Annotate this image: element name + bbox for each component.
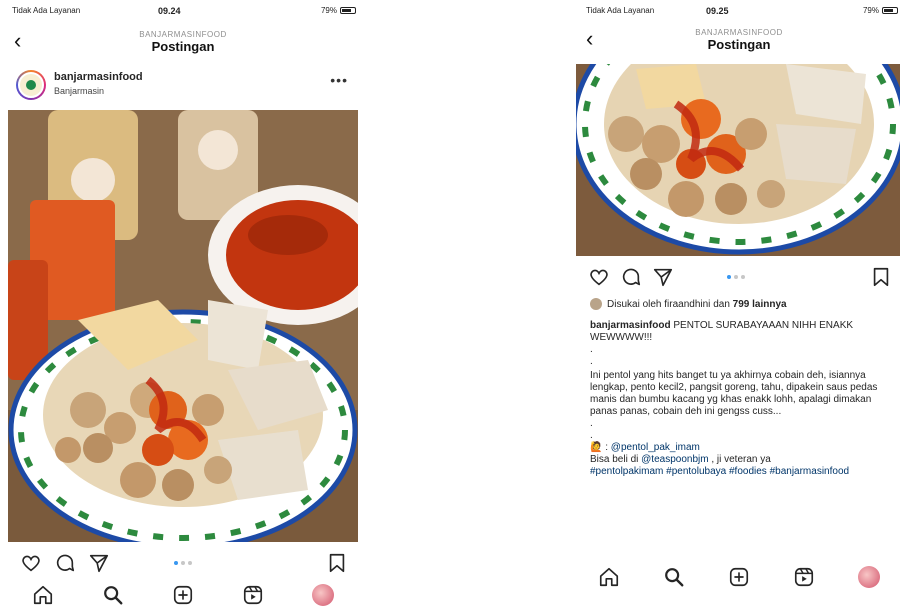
bottom-navigation	[576, 562, 900, 592]
carrier-label: Tidak Ada Layanan	[12, 6, 81, 15]
header-subtitle: BANJARMASINFOOD	[695, 28, 783, 37]
post-photo[interactable]	[8, 110, 358, 542]
battery-indicator: 79%	[863, 6, 898, 15]
carrier-label: Tidak Ada Layanan	[586, 6, 655, 15]
battery-percent: 79%	[320, 6, 337, 15]
likes-user[interactable]: firaandhini	[664, 299, 710, 310]
likes-line[interactable]: Disukai oleh firaandhini dan 799 lainnya	[590, 298, 894, 310]
post-location[interactable]: Banjarmasin	[54, 86, 104, 96]
caption-hashtags[interactable]: #pentolpakimam #pentolubaya #foodies #ba…	[590, 466, 894, 478]
buy-prefix: Bisa beli di	[590, 454, 639, 465]
avatar[interactable]	[16, 70, 46, 100]
battery-icon	[340, 7, 356, 14]
caption-separator: .	[590, 356, 593, 367]
likes-count[interactable]: 799 lainnya	[733, 299, 787, 310]
header-subtitle: BANJARMASINFOOD	[139, 30, 227, 39]
caption-body: Ini pentol yang hits banget tu ya akhirn…	[590, 370, 878, 417]
caption-separator: .	[590, 344, 593, 355]
carousel-dots	[174, 561, 192, 565]
heart-icon[interactable]	[20, 552, 42, 574]
search-icon[interactable]	[663, 566, 685, 588]
bottom-navigation	[8, 580, 358, 610]
page-title: Postingan	[151, 39, 215, 54]
liker-avatar	[590, 298, 602, 310]
back-chevron-icon[interactable]: ‹	[586, 28, 593, 50]
left-phone-screen: Tidak Ada Layanan 09.24 79% ‹ BANJARMASI…	[8, 0, 358, 610]
battery-percent: 79%	[862, 6, 879, 15]
credit-handle[interactable]: @pentol_pak_imam	[611, 442, 700, 453]
caption-separator: .	[590, 430, 593, 441]
post-actions	[8, 552, 358, 578]
create-icon[interactable]	[728, 566, 750, 588]
page-header: ‹ BANJARMASINFOOD Postingan	[8, 30, 358, 55]
comment-icon[interactable]	[620, 266, 642, 288]
status-bar: Tidak Ada Layanan 09.24 79%	[8, 6, 358, 20]
reels-icon[interactable]	[793, 566, 815, 588]
credit-emoji-icon: 🙋	[590, 442, 603, 453]
post-username[interactable]: banjarmasinfood	[54, 71, 143, 83]
buy-handle[interactable]: @teaspoonbjm	[641, 454, 708, 465]
bookmark-icon[interactable]	[326, 552, 348, 574]
home-icon[interactable]	[32, 584, 54, 606]
buy-suffix: , ji veteran ya	[711, 454, 771, 465]
profile-avatar[interactable]	[858, 566, 881, 588]
post-header: banjarmasinfood Banjarmasin •••	[8, 68, 358, 106]
battery-indicator: 79%	[321, 6, 356, 15]
food-photo-image	[8, 110, 358, 542]
search-icon[interactable]	[102, 584, 124, 606]
more-icon[interactable]: •••	[330, 72, 348, 88]
reels-icon[interactable]	[242, 584, 264, 606]
page-title: Postingan	[707, 37, 771, 52]
caption-username[interactable]: banjarmasinfood	[590, 320, 671, 331]
likes-joiner: dan	[713, 298, 730, 310]
profile-avatar[interactable]	[312, 584, 334, 606]
create-icon[interactable]	[172, 584, 194, 606]
back-chevron-icon[interactable]: ‹	[14, 30, 21, 52]
right-phone-screen: Tidak Ada Layanan 09.25 79% ‹ BANJARMASI…	[576, 0, 900, 610]
bookmark-icon[interactable]	[870, 266, 892, 288]
heart-icon[interactable]	[588, 266, 610, 288]
likes-prefix: Disukai oleh	[607, 298, 662, 310]
status-time: 09.25	[706, 6, 729, 16]
battery-icon	[882, 7, 898, 14]
home-icon[interactable]	[598, 566, 620, 588]
share-icon[interactable]	[88, 552, 110, 574]
comment-icon[interactable]	[54, 552, 76, 574]
post-actions	[576, 266, 900, 292]
status-time: 09.24	[158, 6, 181, 16]
food-photo-image	[576, 64, 900, 256]
status-bar: Tidak Ada Layanan 09.25 79%	[576, 6, 900, 20]
caption-separator: .	[590, 418, 593, 429]
share-icon[interactable]	[652, 266, 674, 288]
caption: banjarmasinfood PENTOL SURABAYAAAN NIHH …	[590, 320, 894, 478]
carousel-dots	[727, 275, 745, 279]
post-photo[interactable]	[576, 64, 900, 256]
page-header: ‹ BANJARMASINFOOD Postingan	[576, 28, 900, 53]
